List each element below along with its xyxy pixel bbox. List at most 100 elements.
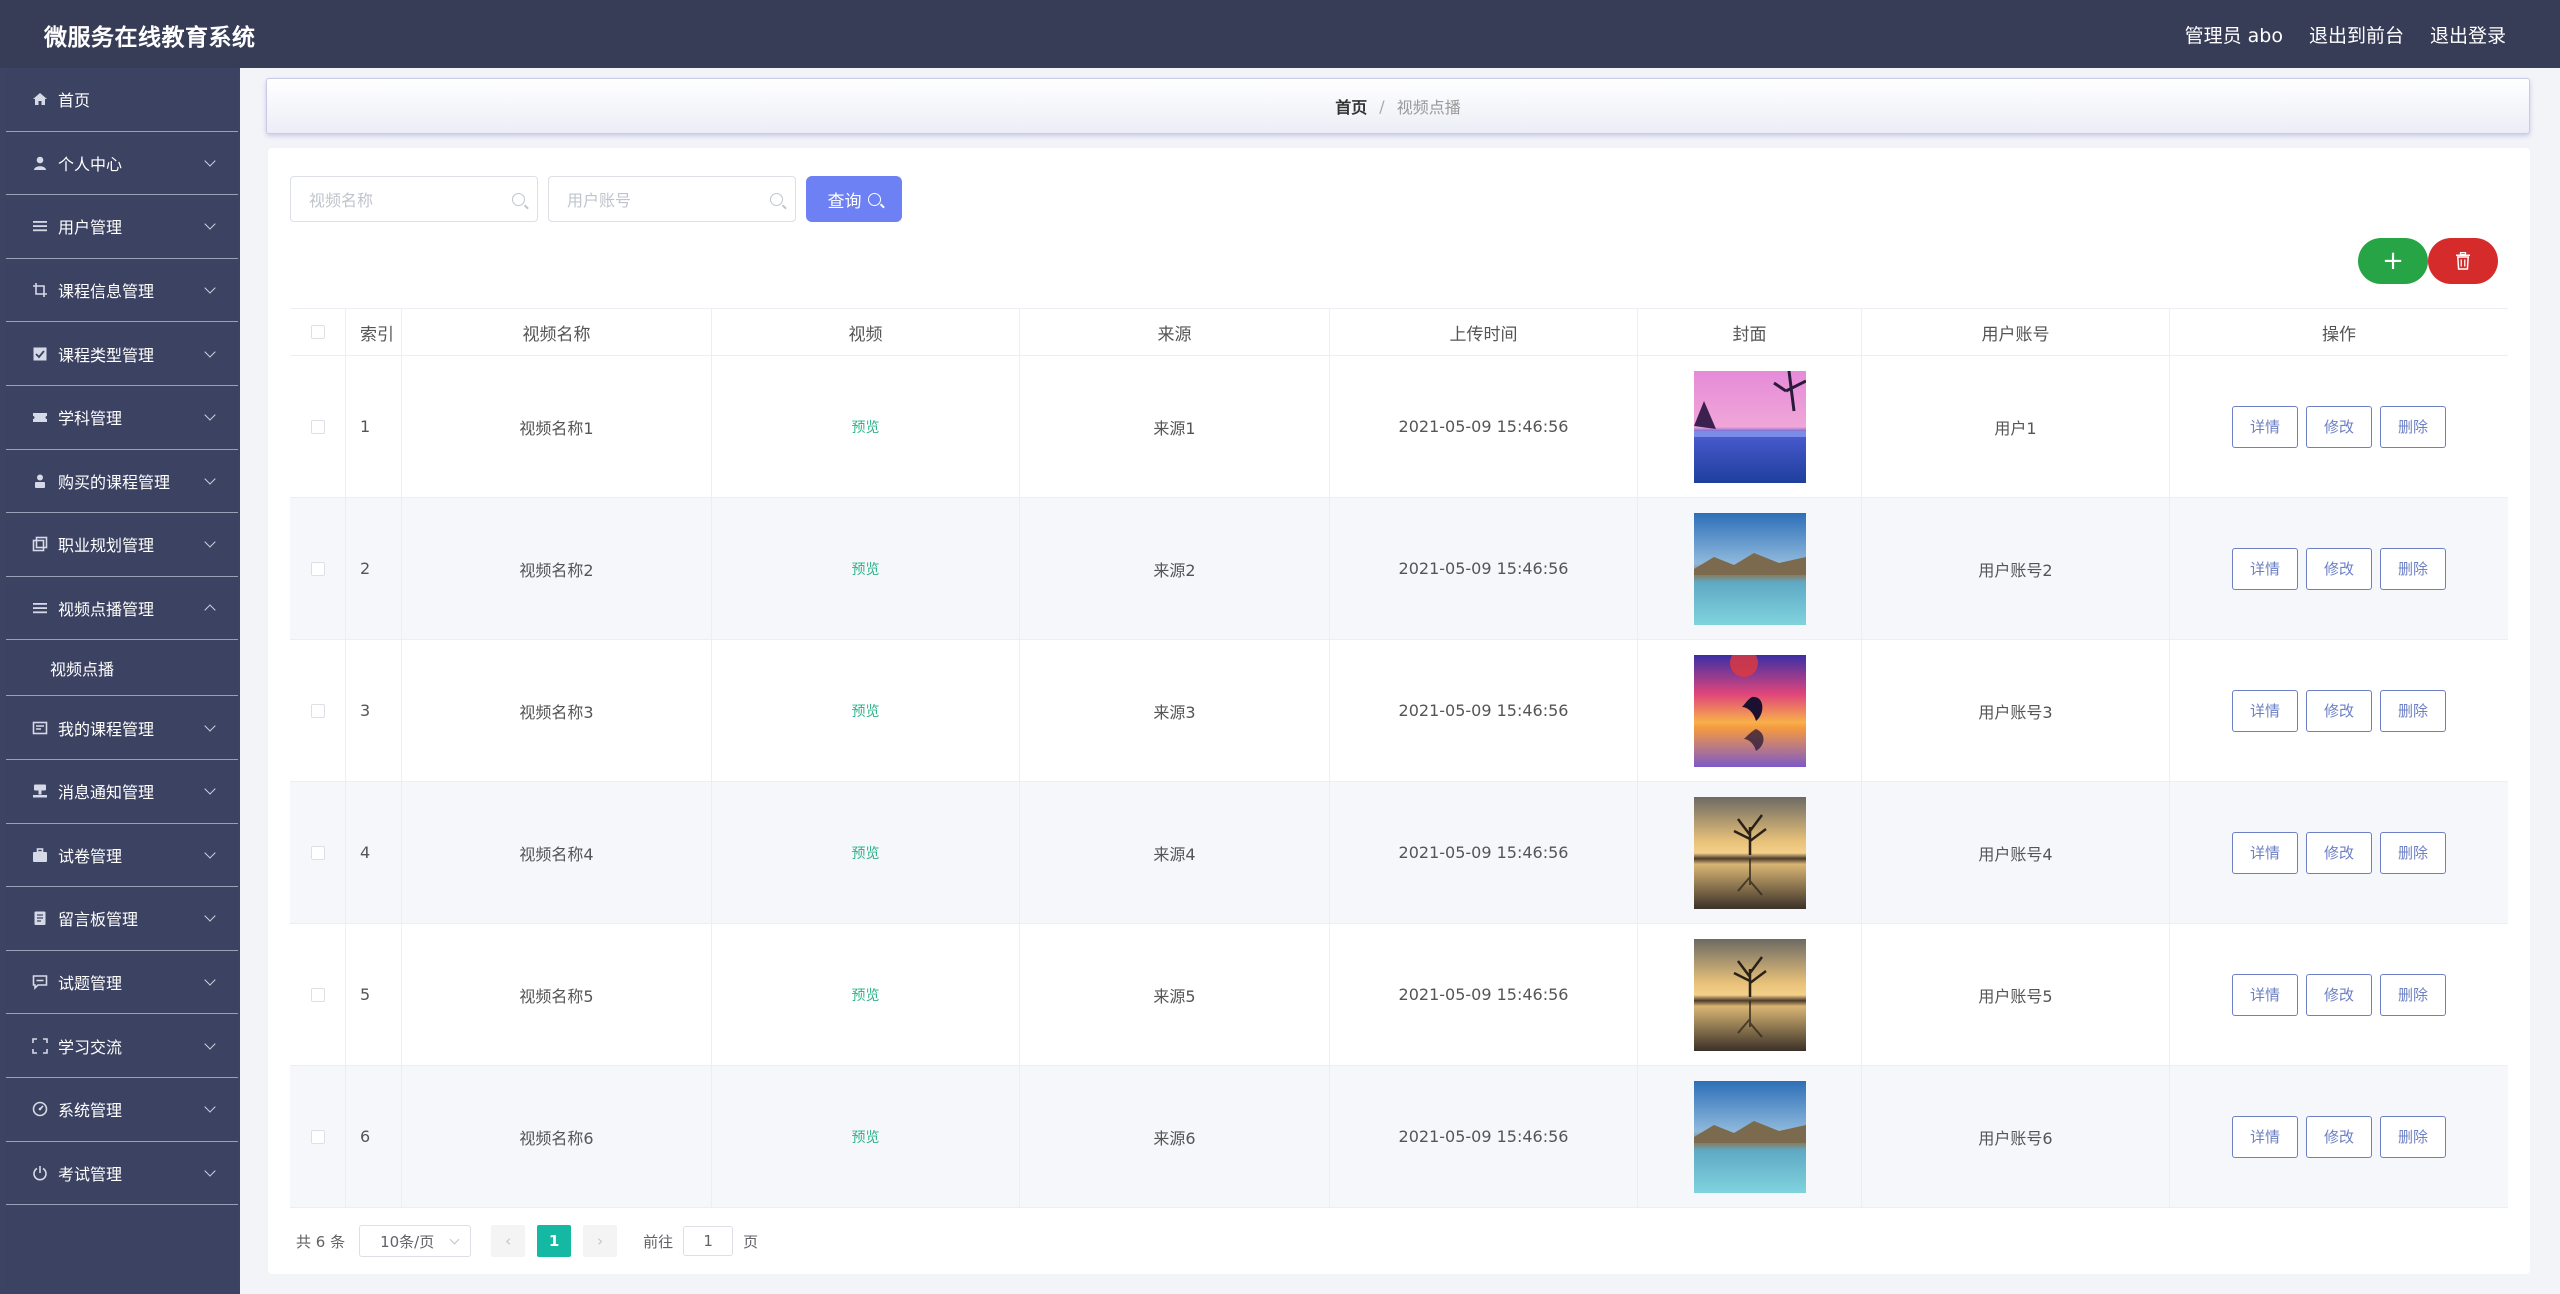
chevron-down-icon — [204, 282, 216, 294]
detail-button[interactable]: 详情 — [2232, 973, 2298, 1016]
row-checkbox[interactable] — [310, 561, 325, 576]
sidebar-item-label: 学习交流 — [58, 1037, 123, 1057]
logout-link[interactable]: 退出登录 — [2430, 21, 2506, 48]
edit-button[interactable]: 修改 — [2306, 689, 2372, 732]
row-checkbox[interactable] — [310, 845, 325, 860]
detail-button[interactable]: 详情 — [2232, 1115, 2298, 1158]
row-cover-cell — [1638, 1066, 1862, 1207]
fullscreen-icon — [32, 1037, 48, 1054]
row-operations: 详情 修改 删除 — [2170, 640, 2508, 781]
video-name-input[interactable]: 视频名称 — [290, 176, 538, 222]
sidebar-item[interactable]: 系统管理 — [6, 1078, 238, 1142]
row-index: 3 — [346, 640, 402, 781]
delete-button[interactable]: 删除 — [2380, 405, 2446, 448]
chevron-down-icon — [204, 218, 216, 231]
edit-button[interactable]: 修改 — [2306, 405, 2372, 448]
row-video-cell: 预览 — [712, 640, 1020, 781]
search-icon — [770, 193, 783, 206]
delete-button[interactable]: 删除 — [2380, 689, 2446, 732]
delete-button[interactable]: 删除 — [2380, 547, 2446, 590]
add-button[interactable]: + — [2358, 238, 2428, 284]
sidebar-item[interactable]: 我的课程管理 — [6, 696, 238, 760]
delete-button[interactable]: 删除 — [2380, 1115, 2446, 1158]
notebook-icon — [32, 910, 48, 926]
admin-label: 管理员 abo — [2184, 25, 2283, 47]
sidebar-item[interactable]: 课程类型管理 — [6, 322, 238, 386]
top-actions: 管理员 abo 退出到前台 退出登录 — [2185, 21, 2506, 48]
table-row: 1 视频名称1 预览 来源1 2021-05-09 15:46:56 用户1 详情 修改 删除 — [290, 356, 2508, 498]
select-all-checkbox[interactable] — [310, 325, 325, 339]
sidebar-item[interactable]: 购买的课程管理 — [6, 450, 238, 514]
detail-button[interactable]: 详情 — [2232, 405, 2298, 448]
page-size-select[interactable]: 10条/页 — [359, 1225, 472, 1257]
home-icon — [32, 91, 48, 107]
row-operations: 详情 修改 删除 — [2170, 924, 2508, 1065]
preview-link[interactable]: 预览 — [852, 559, 880, 579]
row-checkbox[interactable] — [310, 1129, 325, 1144]
gauge-icon — [32, 1101, 48, 1117]
detail-button[interactable]: 详情 — [2232, 547, 2298, 590]
crop-icon — [32, 282, 48, 298]
row-select-cell — [290, 782, 346, 923]
delete-button[interactable]: 删除 — [2380, 973, 2446, 1016]
goto-page: 前往 页 — [643, 1226, 758, 1256]
row-video-cell: 预览 — [712, 1066, 1020, 1207]
sidebar-item[interactable]: 留言板管理 — [6, 887, 238, 951]
select-all-cell — [290, 309, 346, 355]
user-account-input[interactable]: 用户账号 — [548, 176, 796, 222]
sidebar-item[interactable]: 个人中心 — [6, 132, 238, 196]
sidebar-item[interactable]: 试卷管理 — [6, 824, 238, 888]
chevron-down-icon — [204, 536, 216, 549]
exit-front-link[interactable]: 退出到前台 — [2309, 21, 2404, 48]
preview-link[interactable]: 预览 — [852, 701, 880, 721]
row-cover-cell — [1638, 782, 1862, 923]
row-cover-cell — [1638, 924, 1862, 1065]
row-checkbox[interactable] — [310, 987, 325, 1002]
delete-button[interactable]: 删除 — [2380, 831, 2446, 874]
preview-link[interactable]: 预览 — [852, 985, 880, 1005]
chevron-down-icon — [204, 910, 216, 923]
video-name-placeholder: 视频名称 — [309, 191, 374, 210]
detail-button[interactable]: 详情 — [2232, 831, 2298, 874]
row-checkbox[interactable] — [310, 419, 325, 434]
detail-button[interactable]: 详情 — [2232, 689, 2298, 732]
sidebar-item[interactable]: 用户管理 — [6, 195, 238, 259]
next-page-button[interactable]: › — [583, 1225, 618, 1257]
preview-link[interactable]: 预览 — [852, 417, 880, 437]
row-operations: 详情 修改 删除 — [2170, 1066, 2508, 1207]
batch-delete-button[interactable] — [2428, 238, 2498, 284]
table-body: 1 视频名称1 预览 来源1 2021-05-09 15:46:56 用户1 详情 修改 删除 2… — [290, 356, 2508, 1208]
goto-page-input[interactable] — [683, 1226, 734, 1256]
sidebar-item[interactable]: 首页 — [6, 68, 238, 132]
sidebar-item[interactable]: 职业规划管理 — [6, 513, 238, 577]
breadcrumb-home[interactable]: 首页 — [1335, 94, 1367, 118]
chevron-down-icon — [204, 974, 216, 986]
sidebar-item[interactable]: 视频点播管理 — [6, 577, 238, 641]
user-account-placeholder: 用户账号 — [567, 191, 632, 210]
query-button[interactable]: 查询 — [806, 176, 902, 222]
edit-button[interactable]: 修改 — [2306, 547, 2372, 590]
edit-button[interactable]: 修改 — [2306, 831, 2372, 874]
sidebar-item[interactable]: 学科管理 — [6, 386, 238, 450]
edit-button[interactable]: 修改 — [2306, 973, 2372, 1016]
header-user-account: 用户账号 — [1862, 309, 2170, 355]
row-upload-time: 2021-05-09 15:46:56 — [1330, 640, 1638, 781]
row-checkbox[interactable] — [310, 703, 325, 718]
sidebar-item-label: 消息通知管理 — [58, 783, 155, 803]
sidebar-item[interactable]: 考试管理 — [6, 1142, 238, 1206]
edit-button[interactable]: 修改 — [2306, 1115, 2372, 1158]
preview-link[interactable]: 预览 — [852, 1127, 880, 1147]
chevron-down-icon — [204, 346, 216, 358]
header-video: 视频 — [712, 309, 1020, 355]
sidebar-item[interactable]: 消息通知管理 — [6, 760, 238, 824]
sidebar-item[interactable]: 试题管理 — [6, 951, 238, 1015]
cover-image — [1693, 512, 1806, 625]
sidebar-item[interactable]: 学习交流 — [6, 1014, 238, 1078]
prev-page-button[interactable]: ‹ — [491, 1225, 526, 1257]
sidebar-item[interactable]: 课程信息管理 — [6, 259, 238, 323]
preview-link[interactable]: 预览 — [852, 843, 880, 863]
page-number-1[interactable]: 1 — [537, 1225, 572, 1257]
sidebar-subitem-video-vod[interactable]: 视频点播 — [6, 640, 238, 697]
row-user-account: 用户账号2 — [1862, 498, 2170, 639]
table-row: 2 视频名称2 预览 来源2 2021-05-09 15:46:56 用户账号2 详情 修改删… — [290, 498, 2508, 640]
